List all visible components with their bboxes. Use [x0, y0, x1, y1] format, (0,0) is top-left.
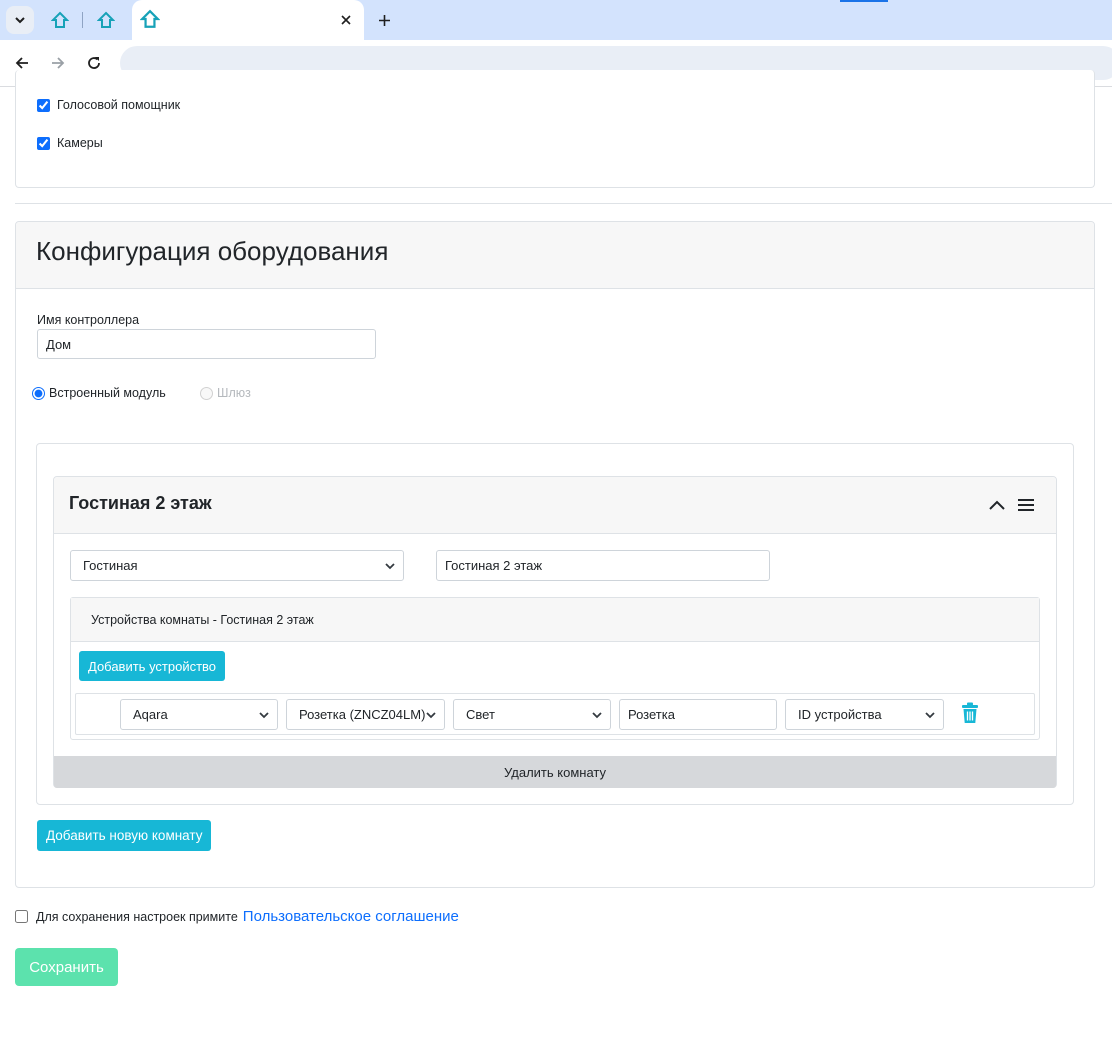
voice-assistant-label: Голосовой помощник: [57, 98, 181, 112]
device-id-select[interactable]: ID устройства: [785, 699, 944, 730]
room-type-select[interactable]: Гостиная: [70, 550, 404, 581]
agreement-row: Для сохранения настроек примите Пользова…: [15, 908, 459, 925]
controller-name-label: Имя контроллера: [37, 313, 140, 327]
mode-builtin-radio[interactable]: [32, 386, 45, 400]
tab-separator: [82, 12, 83, 28]
reload-icon: [88, 57, 100, 69]
voice-assistant-checkbox[interactable]: [37, 98, 50, 112]
trash-icon: [962, 702, 978, 723]
hardware-config-header: Конфигурация оборудования: [16, 222, 1094, 289]
cameras-label: Камеры: [57, 136, 103, 150]
close-tab-button[interactable]: [338, 12, 354, 28]
agreement-checkbox[interactable]: [15, 910, 28, 923]
browser-tabbar: [0, 0, 1112, 40]
close-icon: [341, 15, 351, 25]
room-type-value: Гостиная: [83, 558, 138, 573]
mode-gateway-label: Шлюз: [217, 386, 251, 400]
agreement-link[interactable]: Пользовательское соглашение: [243, 908, 459, 925]
home-favicon-icon: [97, 11, 115, 28]
mode-builtin-option[interactable]: Встроенный модуль: [32, 386, 166, 400]
device-row: Aqara Розетка (ZNCZ04LM) Свет ID устройс…: [75, 693, 1035, 735]
features-card: Голосовой помощник Камеры: [15, 70, 1095, 188]
tab-2[interactable]: [94, 8, 118, 32]
mode-builtin-label: Встроенный модуль: [49, 386, 166, 400]
device-brand-value: Aqara: [133, 707, 168, 722]
cameras-option[interactable]: Камеры: [37, 136, 103, 150]
chevron-down-icon: [426, 712, 436, 719]
hardware-config-card: Конфигурация оборудования Имя контроллер…: [15, 221, 1095, 888]
chevron-down-icon: [15, 17, 25, 24]
chevron-down-icon: [925, 712, 935, 719]
plus-icon: [378, 14, 390, 26]
device-name-input[interactable]: [619, 699, 777, 730]
cameras-checkbox[interactable]: [37, 136, 50, 150]
room-card-header: Гостиная 2 этаж: [54, 477, 1056, 534]
add-device-button[interactable]: Добавить устройство: [79, 651, 226, 681]
room-devices-header: Устройства комнаты - Гостиная 2 этаж: [71, 598, 1039, 642]
room-title: Гостиная 2 этаж: [69, 493, 212, 513]
device-category-value: Свет: [466, 707, 495, 722]
tab-search-button[interactable]: [6, 6, 34, 34]
room-devices-card: Устройства комнаты - Гостиная 2 этаж Доб…: [70, 597, 1040, 740]
arrow-left-icon: [15, 57, 28, 69]
tab-accent-bar: [840, 0, 888, 2]
rooms-container: Гостиная 2 этаж Гостиная Устройства комн…: [36, 443, 1074, 805]
drag-room-handle[interactable]: [1016, 495, 1036, 515]
chevron-up-icon: [989, 500, 1005, 510]
new-tab-button[interactable]: [374, 10, 394, 30]
arrow-right-icon: [52, 57, 65, 69]
collapse-room-button[interactable]: [987, 495, 1007, 515]
section-divider: [15, 203, 1112, 204]
controller-name-input[interactable]: [37, 329, 376, 359]
device-id-value: ID устройства: [798, 707, 882, 722]
menu-icon: [1018, 499, 1034, 511]
device-model-select[interactable]: Розетка (ZNCZ04LM): [286, 699, 445, 730]
device-brand-select[interactable]: Aqara: [120, 699, 278, 730]
agreement-text: Для сохранения настроек примите: [36, 909, 238, 924]
mode-gateway-radio: [200, 386, 213, 400]
hardware-config-title: Конфигурация оборудования: [36, 236, 389, 266]
device-category-select[interactable]: Свет: [453, 699, 611, 730]
chevron-down-icon: [592, 712, 602, 719]
chevron-down-icon: [259, 712, 269, 719]
save-button[interactable]: Сохранить: [15, 948, 118, 986]
home-favicon-icon: [140, 9, 160, 28]
delete-device-button[interactable]: [960, 702, 982, 726]
tab-active[interactable]: [132, 0, 364, 40]
home-favicon-icon: [51, 11, 69, 28]
mode-gateway-option: Шлюз: [200, 386, 251, 400]
room-devices-title: Устройства комнаты - Гостиная 2 этаж: [91, 613, 314, 627]
delete-room-button[interactable]: Удалить комнату: [54, 756, 1056, 788]
room-name-input[interactable]: [436, 550, 770, 581]
chevron-down-icon: [385, 563, 395, 570]
tab-1[interactable]: [48, 8, 72, 32]
voice-assistant-option[interactable]: Голосовой помощник: [37, 98, 180, 112]
add-room-button[interactable]: Добавить новую комнату: [37, 820, 212, 851]
room-card: Гостиная 2 этаж Гостиная Устройства комн…: [53, 476, 1057, 788]
device-model-value: Розетка (ZNCZ04LM): [299, 707, 426, 722]
